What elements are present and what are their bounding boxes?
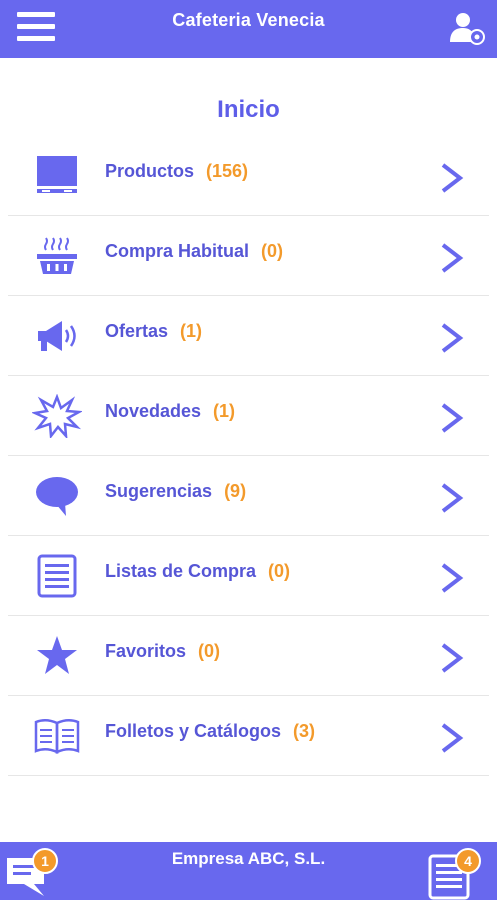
menu-item-count: (156) [206, 161, 249, 181]
menu-item-ofertas[interactable]: Ofertas (1) [8, 296, 489, 376]
menu-item-folletos-y-catalogos[interactable]: Folletos y Catálogos (3) [8, 696, 489, 776]
menu-item-count: (1) [213, 401, 236, 421]
menu-item-count: (1) [180, 321, 203, 341]
menu-item-label: Folletos y Catálogos [105, 721, 282, 741]
basket-icon [32, 234, 82, 278]
speech-bubble-icon [32, 474, 82, 518]
top-app-bar: Cafeteria Venecia [0, 0, 497, 58]
chevron-right-icon [439, 242, 465, 274]
menu-item-count: (0) [261, 241, 284, 261]
menu-item-label: Ofertas [105, 321, 169, 341]
menu-item-label: Favoritos [105, 641, 187, 661]
star-icon [32, 634, 82, 678]
menu-item-label: Listas de Compra [105, 561, 257, 581]
company-name: Empresa ABC, S.L. [171, 849, 326, 868]
menu-item-count: (9) [224, 481, 247, 501]
chevron-right-icon [439, 722, 465, 754]
app-title: Cafeteria Venecia [172, 10, 325, 30]
menu-item-listas-de-compra[interactable]: Listas de Compra (0) [8, 536, 489, 616]
burst-icon [30, 393, 84, 440]
monitor-icon [32, 154, 82, 198]
bottom-bar: 1 Empresa ABC, S.L. 4 [0, 842, 497, 900]
menu-item-favoritos[interactable]: Favoritos (0) [8, 616, 489, 696]
menu-item-sugerencias[interactable]: Sugerencias (9) [8, 456, 489, 536]
menu-item-productos[interactable]: Productos (156) [8, 136, 489, 216]
chevron-right-icon [439, 322, 465, 354]
menu-item-label: Novedades [105, 401, 202, 421]
chevron-right-icon [439, 162, 465, 194]
main-menu-list: Productos (156) Compra Habitual (0) Ofer… [8, 136, 489, 776]
menu-item-novedades[interactable]: Novedades (1) [8, 376, 489, 456]
chevron-right-icon [439, 402, 465, 434]
chevron-right-icon [439, 562, 465, 594]
user-settings-icon[interactable] [447, 8, 487, 48]
menu-item-label: Compra Habitual [105, 241, 250, 261]
menu-item-count: (0) [198, 641, 221, 661]
menu-item-label: Sugerencias [105, 481, 213, 501]
shopping-lists-button[interactable]: 4 [427, 846, 489, 900]
menu-item-count: (0) [268, 561, 291, 581]
page-title: Inicio [217, 96, 280, 123]
chevron-right-icon [439, 482, 465, 514]
list-icon [32, 554, 82, 598]
megaphone-icon [32, 314, 82, 358]
lists-badge: 4 [455, 848, 481, 874]
open-book-icon [32, 714, 82, 758]
chevron-right-icon [439, 642, 465, 674]
menu-item-count: (3) [293, 721, 316, 741]
menu-item-compra-habitual[interactable]: Compra Habitual (0) [8, 216, 489, 296]
menu-item-label: Productos [105, 161, 195, 181]
